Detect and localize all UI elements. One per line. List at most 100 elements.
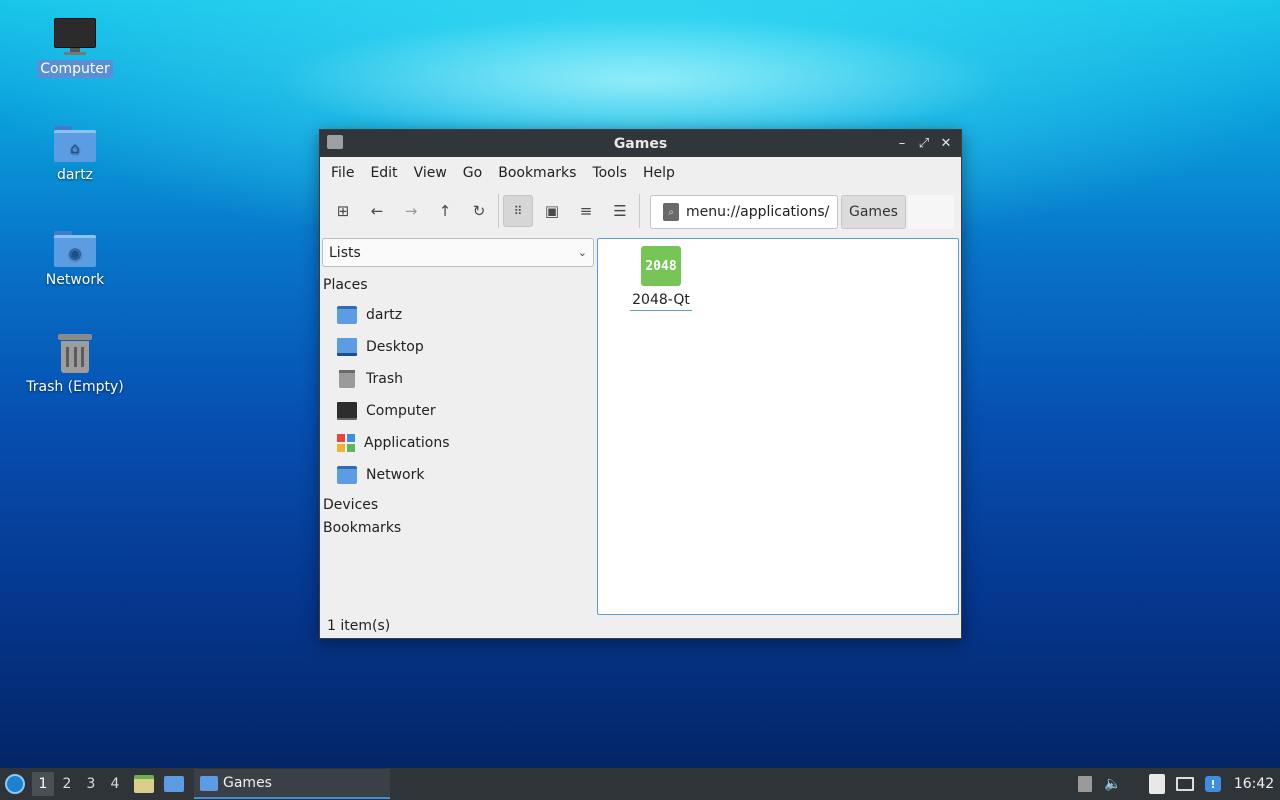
folder-icon [327,135,343,149]
title-bar[interactable]: Games – ⤢ ✕ [320,130,961,157]
maximize-button[interactable]: ⤢ [915,133,933,153]
start-menu-button[interactable] [0,768,30,800]
show-desktop-button[interactable] [162,772,186,796]
detailed-view-button[interactable]: ☰ [605,195,635,227]
start-menu-icon [5,774,25,794]
task-button-games[interactable]: Games [194,769,390,799]
sidebar-item-label: Applications [364,435,450,451]
new-tab-button[interactable]: ⊞ [328,195,358,227]
location-icon: ⌕ [663,203,679,221]
sidebar-item-home[interactable]: dartz [320,299,596,331]
file-item[interactable]: 2048 2048-Qt [628,246,694,311]
home-folder-icon: ⌂ [54,124,96,162]
trash-icon [339,370,355,388]
clipboard-button[interactable] [1144,772,1170,796]
trash-icon [56,332,94,374]
task-label: Games [223,775,272,791]
volume-button[interactable]: 🔈 [1100,772,1126,796]
clock[interactable]: 16:42 [1228,772,1280,796]
section-devices[interactable]: Devices [320,491,596,514]
volume-icon: 🔈 [1104,776,1122,792]
sidebar-item-computer[interactable]: Computer [320,395,596,427]
sidebar-item-label: dartz [366,307,403,323]
workspace-4[interactable]: 4 [104,772,126,796]
network-button[interactable] [1172,772,1198,796]
folder-icon [164,776,184,792]
desktop-icon-label: Trash (Empty) [26,379,124,395]
computer-icon [54,18,96,56]
update-notifier-icon: ! [1205,776,1221,792]
workspace-3[interactable]: 3 [80,772,102,796]
sidebar-item-label: Desktop [366,339,424,355]
arrow-left-icon: ← [370,202,384,220]
desktop-icon-network[interactable]: ◉ Network [20,229,130,289]
home-folder-icon [337,306,357,324]
sidebar-item-applications[interactable]: Applications [320,427,596,459]
desktop-icon-home[interactable]: ⌂ dartz [20,124,130,184]
minimize-button[interactable]: – [893,133,911,153]
workspace-2[interactable]: 2 [56,772,78,796]
thumbnail-view-button[interactable]: ▣ [537,195,567,227]
menu-edit[interactable]: Edit [363,161,403,185]
sidebar: Lists ⌄ Places dartz Desktop Trash Compu… [320,238,596,616]
updates-button[interactable]: ! [1200,772,1226,796]
menu-tools[interactable]: Tools [585,161,633,185]
arrow-up-icon: ↑ [438,202,452,220]
system-tray: 🔈 ! 16:42 [1072,768,1280,800]
arrow-right-icon: → [404,202,418,220]
menu-view[interactable]: View [407,161,453,185]
file-manager-icon [134,775,154,793]
sidebar-item-desktop[interactable]: Desktop [320,331,596,363]
app-2048-icon: 2048 [641,246,681,286]
tray-spacer [1128,772,1142,796]
launch-file-manager-button[interactable] [132,772,156,796]
chevron-down-icon: ⌄ [577,246,587,259]
list-icon: ≡ [579,202,593,220]
close-button[interactable]: ✕ [937,133,955,153]
breadcrumb-games[interactable]: Games [841,195,906,229]
reload-button[interactable]: ↻ [464,195,494,227]
sidebar-item-trash[interactable]: Trash [320,363,596,395]
status-bar: 1 item(s) [320,614,961,638]
side-pane-mode-select[interactable]: Lists ⌄ [322,238,594,267]
back-button[interactable]: ← [362,195,392,227]
toolbar-separator [498,194,499,228]
section-places[interactable]: Places [320,267,596,299]
icon-view-button[interactable]: ⠿ [503,195,533,227]
menu-go[interactable]: Go [456,161,488,185]
sidebar-item-network[interactable]: Network [320,459,596,491]
workspace-1[interactable]: 1 [32,772,54,796]
desktop-icon-computer[interactable]: Computer [20,18,130,78]
menu-bookmarks[interactable]: Bookmarks [491,161,582,185]
new-tab-icon: ⊞ [336,202,350,220]
taskbar: 1 2 3 4 Games 🔈 ! 16:42 [0,768,1280,800]
window-title: Games [613,135,668,152]
menu-bar: File Edit View Go Bookmarks Tools Help [320,157,961,188]
sidebar-item-label: Trash [366,371,403,387]
section-bookmarks[interactable]: Bookmarks [320,514,596,537]
detailed-list-icon: ☰ [613,202,627,220]
file-view[interactable]: 2048 2048-Qt [597,238,959,615]
up-button[interactable]: ↑ [430,195,460,227]
compact-view-button[interactable]: ≡ [571,195,601,227]
path-bar[interactable]: ⌕ menu://applications/ [650,195,838,229]
file-name: 2048-Qt [630,292,692,311]
path-text: menu://applications/ [686,204,830,220]
desktop-icon [337,338,357,356]
status-text: 1 item(s) [327,618,391,634]
image-icon: ▣ [544,202,560,220]
network-icon [1176,777,1194,791]
desktop-icon-label: Network [45,272,105,288]
toolbar-separator [639,194,640,228]
side-pane-mode-value: Lists [329,244,361,261]
desktop-icon-label: Computer [37,60,113,78]
eject-button[interactable] [1072,772,1098,796]
forward-button[interactable]: → [396,195,426,227]
desktop-icon-label: dartz [56,167,94,183]
desktop-icon-trash[interactable]: Trash (Empty) [20,332,130,396]
network-folder-icon: ◉ [54,229,96,267]
applications-icon [337,434,355,452]
menu-file[interactable]: File [324,161,360,185]
sidebar-item-label: Network [366,467,425,483]
menu-help[interactable]: Help [636,161,681,185]
